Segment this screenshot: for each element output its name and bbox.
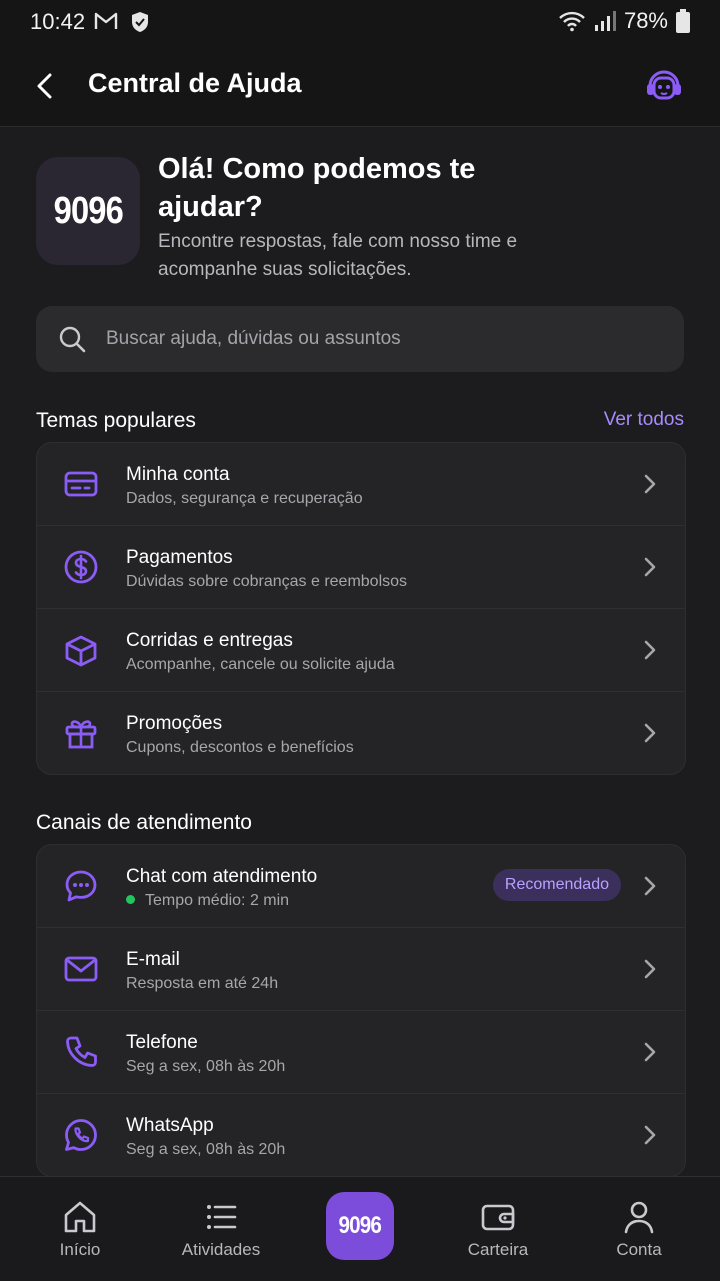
shield-icon — [132, 12, 148, 32]
chevron-right-icon — [644, 1042, 656, 1062]
app-header: Central de Ajuda — [0, 44, 720, 127]
chat-icon — [65, 870, 97, 902]
user-icon — [624, 1201, 654, 1234]
channel-row-email[interactable]: E-mail Resposta em até 24h — [37, 928, 685, 1011]
gift-icon — [65, 720, 97, 749]
recommended-badge: Recomendado — [492, 869, 621, 901]
support-headset-icon[interactable] — [642, 64, 686, 108]
row-subtitle: Tempo médio: 2 min — [126, 892, 289, 910]
wallet-icon — [481, 1204, 515, 1231]
home-icon — [64, 1201, 96, 1233]
channel-row-chat[interactable]: Chat com atendimento Tempo médio: 2 min … — [37, 845, 685, 928]
search-input[interactable] — [104, 327, 648, 351]
row-subtitle: Resposta em até 24h — [126, 975, 279, 992]
chevron-right-icon — [644, 557, 656, 577]
row-subtitle: Cupons, descontos e benefícios — [126, 739, 354, 756]
nav-label: Carteira — [467, 1240, 529, 1259]
hero-subtitle: Encontre respostas, fale com nosso time … — [158, 231, 518, 280]
popular-topics-card: Minha conta Dados, segurança e recuperaç… — [36, 442, 686, 775]
online-status-dot — [126, 895, 135, 905]
status-time: 10:42 — [30, 9, 86, 34]
row-title: E-mail — [126, 949, 180, 970]
list-icon — [207, 1205, 237, 1229]
row-title: Pagamentos — [126, 547, 233, 568]
channel-row-whatsapp[interactable]: WhatsApp Seg a sex, 08h às 20h — [37, 1094, 685, 1176]
row-title: WhatsApp — [126, 1115, 214, 1136]
chevron-right-icon — [644, 723, 656, 743]
topic-row-rides[interactable]: Corridas e entregas Acompanhe, cancele o… — [37, 609, 685, 692]
wifi-icon — [559, 11, 585, 32]
row-subtitle: Dúvidas sobre cobranças e reembolsos — [126, 573, 408, 590]
channels-title: Canais de atendimento — [36, 811, 252, 834]
nav-wallet[interactable]: Carteira — [426, 1177, 570, 1281]
row-subtitle: Acompanhe, cancele ou solicite ajuda — [126, 656, 395, 673]
nav-activities[interactable]: Atividades — [149, 1177, 293, 1281]
chevron-right-icon — [644, 876, 656, 896]
topic-row-payments[interactable]: Pagamentos Dúvidas sobre cobranças e ree… — [37, 526, 685, 609]
topic-row-promotions[interactable]: Promoções Cupons, descontos e benefícios — [37, 692, 685, 774]
whatsapp-icon — [65, 1119, 97, 1151]
page-title: Central de Ajuda — [88, 68, 302, 98]
back-button[interactable] — [26, 66, 66, 106]
brand-logo: 9096 — [36, 157, 140, 265]
signal-icon — [594, 11, 616, 31]
nav-brand-button[interactable]: 9096 — [326, 1192, 394, 1260]
status-bar: 10:42 78% — [0, 0, 720, 44]
nav-label: Início — [59, 1240, 101, 1259]
nav-account[interactable]: Conta — [567, 1177, 711, 1281]
chevron-right-icon — [644, 474, 656, 494]
card-icon — [64, 471, 98, 497]
hero-title: Olá! Como podemos te ajudar? — [158, 153, 476, 223]
row-subtitle: Seg a sex, 08h às 20h — [126, 1058, 286, 1075]
brand-logo-text: 9096 — [53, 189, 123, 232]
chevron-right-icon — [644, 959, 656, 979]
row-subtitle: Dados, segurança e recuperação — [126, 490, 363, 507]
row-title: Minha conta — [126, 464, 230, 485]
search-bar[interactable] — [36, 306, 684, 372]
nav-brand-logo-text: 9096 — [338, 1212, 382, 1239]
chevron-right-icon — [644, 640, 656, 660]
nav-home[interactable]: Início — [8, 1177, 152, 1281]
nav-label: Atividades — [181, 1240, 261, 1259]
bottom-navigation: Início Atividades 9096 Carteira Conta — [0, 1176, 720, 1281]
mail-icon — [64, 956, 98, 982]
channel-row-phone[interactable]: Telefone Seg a sex, 08h às 20h — [37, 1011, 685, 1094]
channels-card: Chat com atendimento Tempo médio: 2 min … — [36, 844, 686, 1177]
row-title: Telefone — [126, 1032, 198, 1053]
popular-topics-title: Temas populares — [36, 409, 196, 432]
search-icon — [59, 326, 86, 353]
row-title: Promoções — [126, 713, 223, 734]
back-arrow-icon — [37, 73, 52, 99]
gmail-icon — [94, 12, 118, 29]
chevron-right-icon — [644, 1125, 656, 1145]
row-title: Chat com atendimento — [126, 866, 318, 887]
nav-label: Conta — [616, 1240, 662, 1259]
row-title: Corridas e entregas — [126, 630, 293, 651]
battery-percent: 78% — [623, 8, 668, 33]
phone-icon — [66, 1036, 97, 1067]
box-icon — [65, 635, 97, 667]
topic-row-account[interactable]: Minha conta Dados, segurança e recuperaç… — [37, 443, 685, 526]
see-all-link[interactable]: Ver todos — [604, 409, 684, 431]
battery-icon — [676, 9, 690, 33]
dollar-icon — [64, 550, 98, 584]
row-subtitle: Seg a sex, 08h às 20h — [126, 1141, 286, 1158]
